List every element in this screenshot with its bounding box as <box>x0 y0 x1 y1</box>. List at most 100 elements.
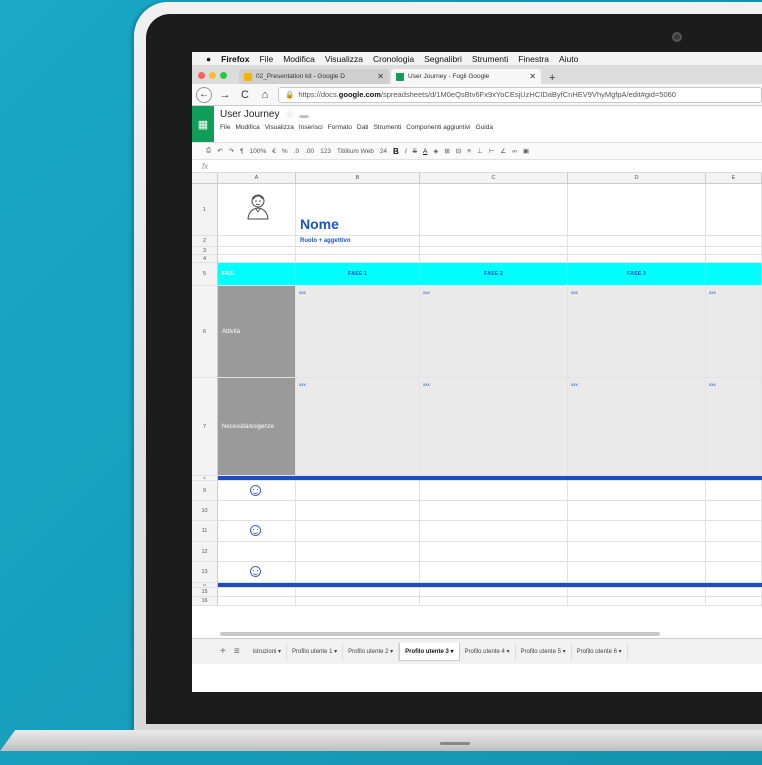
cell-e1[interactable] <box>706 184 762 235</box>
cell[interactable] <box>218 588 296 596</box>
cell[interactable] <box>296 521 420 541</box>
tab-presentation-kit[interactable]: 02_Presentation kit - Google D ✕ <box>239 69 389 84</box>
sheet-tab-profilo-4[interactable]: Profilo utente 4 ▾ <box>460 642 516 661</box>
apple-icon[interactable]: ● <box>206 54 211 64</box>
sheets-menu-guida[interactable]: Guida <box>476 124 493 131</box>
currency-format-button[interactable]: € <box>272 148 276 155</box>
cell[interactable] <box>568 255 706 262</box>
print-icon[interactable]: ⎙ <box>206 147 211 155</box>
row-header[interactable]: 1 <box>192 184 218 235</box>
cell-e2[interactable] <box>706 236 762 246</box>
row-header[interactable]: 13 <box>192 562 218 582</box>
select-all-corner[interactable] <box>192 173 218 183</box>
close-window-button[interactable] <box>198 71 205 79</box>
cell-c2[interactable] <box>420 236 568 246</box>
cell[interactable] <box>706 247 762 254</box>
row-header[interactable]: 4 <box>192 255 218 262</box>
formula-bar[interactable]: fx <box>192 160 762 173</box>
bold-button[interactable]: B <box>393 147 399 156</box>
align-icon[interactable]: ≡ <box>467 148 471 155</box>
cell-d2[interactable] <box>568 236 706 246</box>
cell[interactable] <box>218 542 296 561</box>
new-tab-button[interactable]: + <box>543 72 561 84</box>
cell[interactable] <box>706 521 762 541</box>
increase-decimal-button[interactable]: .00 <box>305 148 314 155</box>
column-header-a[interactable]: A <box>218 173 296 183</box>
cell-a2[interactable] <box>218 236 296 246</box>
attivita-label[interactable]: Attività <box>218 286 296 377</box>
star-icon[interactable]: ☆ <box>285 109 293 120</box>
cell[interactable] <box>296 562 420 582</box>
cell[interactable] <box>706 597 762 605</box>
zoom-select[interactable]: 100% <box>250 148 267 155</box>
comment-icon[interactable]: ▣ <box>523 147 529 155</box>
home-button[interactable]: ⌂ <box>258 89 272 101</box>
row-header[interactable]: 14 <box>192 583 218 587</box>
row-header[interactable]: 10 <box>192 501 218 520</box>
sheets-menu-modifica[interactable]: Modifica <box>235 124 259 131</box>
cell[interactable] <box>706 255 762 262</box>
menu-modifica[interactable]: Modifica <box>283 54 315 64</box>
row-header[interactable]: 3 <box>192 247 218 254</box>
borders-icon[interactable]: ⊞ <box>444 147 449 155</box>
forward-button[interactable]: → <box>218 89 232 101</box>
cell-e7[interactable]: xxx <box>706 378 762 475</box>
menu-file[interactable]: File <box>259 54 273 64</box>
row-header[interactable]: 15 <box>192 588 218 596</box>
sheets-menu-formato[interactable]: Formato <box>328 124 352 131</box>
merge-icon[interactable]: ⊟ <box>456 147 461 155</box>
cell[interactable] <box>706 588 762 596</box>
cell[interactable] <box>218 247 296 254</box>
fill-color-icon[interactable]: ◈ <box>433 147 438 155</box>
cell[interactable] <box>218 597 296 605</box>
fase-1-header[interactable]: FASE 1 <box>296 263 420 285</box>
row-header[interactable]: 16 <box>192 597 218 605</box>
row-header[interactable]: 5 <box>192 263 218 285</box>
horizontal-scrollbar[interactable] <box>220 632 660 636</box>
cell[interactable] <box>568 542 706 561</box>
sheets-menu-inserisci[interactable]: Inserisci <box>299 124 323 131</box>
sheet-tab-profilo-2[interactable]: Profilo utente 2 ▾ <box>343 642 400 661</box>
fase-4-header[interactable] <box>706 263 762 285</box>
sheets-menu-strumenti[interactable]: Strumenti <box>373 124 401 131</box>
cell[interactable] <box>420 588 568 596</box>
cell[interactable] <box>420 247 568 254</box>
cell[interactable] <box>420 521 568 541</box>
folder-icon[interactable]: ▬ <box>300 110 309 120</box>
sheet-tab-istruzioni[interactable]: istruzioni ▾ <box>248 642 288 661</box>
cell[interactable] <box>296 255 420 262</box>
cell[interactable] <box>706 542 762 561</box>
sheets-menu-componenti[interactable]: Componenti aggiuntivi <box>406 124 470 131</box>
rotate-icon[interactable]: ∠ <box>500 147 506 155</box>
tab-close-icon[interactable]: ✕ <box>377 72 384 81</box>
all-sheets-button[interactable]: ≡ <box>234 646 240 657</box>
tab-close-icon[interactable]: ✕ <box>529 72 536 81</box>
redo-icon[interactable]: ↷ <box>229 147 234 155</box>
font-select[interactable]: Titillium Web <box>337 148 374 155</box>
necessita-label[interactable]: Necessità/esigenze <box>218 378 296 475</box>
cell[interactable] <box>420 597 568 605</box>
add-sheet-button[interactable]: + <box>220 646 226 657</box>
sheet-tab-profilo-3[interactable]: Profilo utente 3 ▾ <box>399 642 460 661</box>
paint-format-icon[interactable]: ¶ <box>240 148 244 155</box>
cell-a9[interactable] <box>218 481 296 500</box>
cell-b7[interactable]: xxx <box>296 378 420 475</box>
fasi-label[interactable]: FASI <box>218 263 296 285</box>
cell[interactable] <box>568 247 706 254</box>
minimize-window-button[interactable] <box>209 71 216 79</box>
sheet-tab-profilo-5[interactable]: Profilo utente 5 ▾ <box>516 642 572 661</box>
cell[interactable] <box>296 597 420 605</box>
sheets-menu-dati[interactable]: Dati <box>357 124 369 131</box>
cell[interactable] <box>706 562 762 582</box>
wrap-icon[interactable]: ⊢ <box>489 147 495 155</box>
row-header[interactable]: 2 <box>192 236 218 246</box>
cell[interactable] <box>218 501 296 520</box>
tab-user-journey[interactable]: User Journey - Fogli Google ✕ <box>391 69 541 84</box>
more-formats-button[interactable]: 123 <box>320 148 331 155</box>
cell-d7[interactable]: xxx <box>568 378 706 475</box>
cell[interactable] <box>568 481 706 500</box>
cell[interactable] <box>706 481 762 500</box>
menu-finestra[interactable]: Finestra <box>518 54 549 64</box>
cell[interactable] <box>568 597 706 605</box>
text-color-button[interactable]: A <box>423 148 427 155</box>
